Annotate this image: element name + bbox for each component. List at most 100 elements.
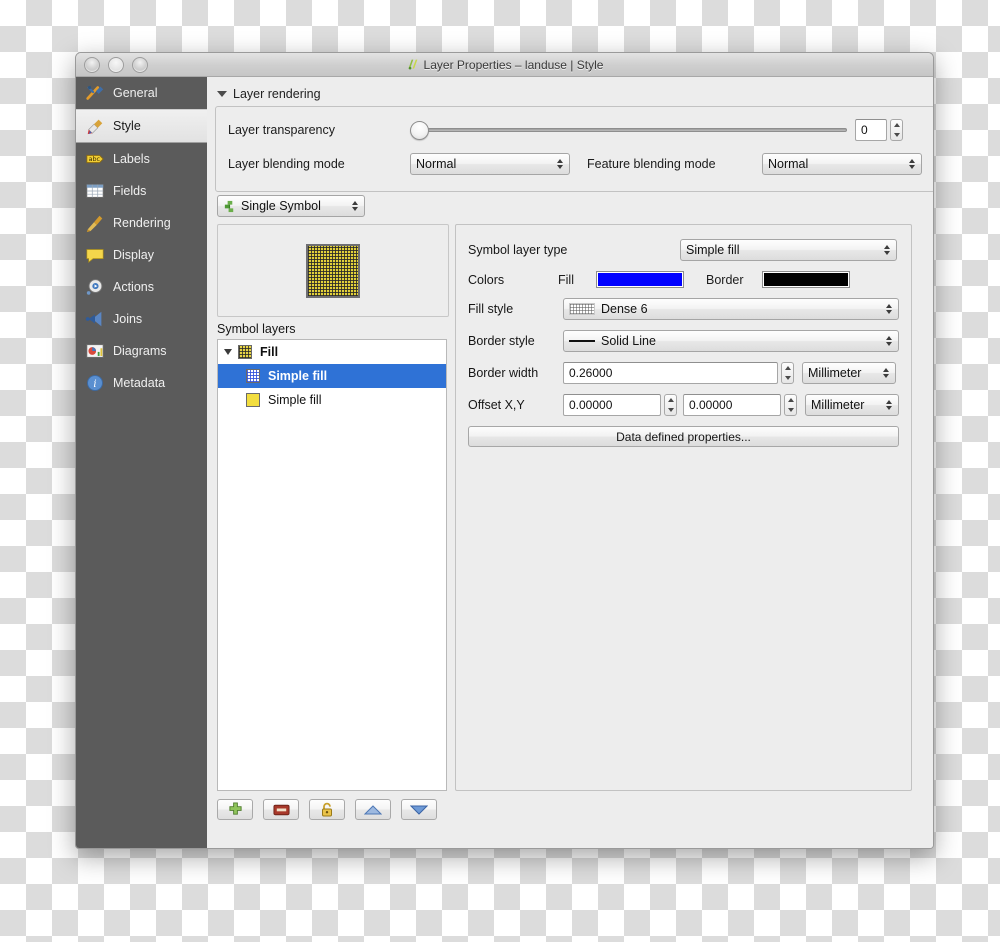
symbol-layer-type-row: Symbol layer type Simple fill	[468, 239, 899, 261]
tools-icon	[85, 83, 105, 103]
offset-x-input[interactable]: 0.00000	[563, 394, 661, 416]
sidebar: General Style abc Labels	[76, 77, 207, 848]
padlock-icon	[320, 802, 334, 818]
window-title-text: Layer Properties – landuse | Style	[424, 58, 604, 72]
broom-icon	[85, 213, 105, 233]
layer-rendering-panel: Layer transparency 0 Layer blending mode…	[215, 106, 934, 192]
tree-node-label: Simple fill	[268, 369, 327, 383]
minimize-button[interactable]	[108, 57, 124, 73]
sidebar-item-diagrams[interactable]: Diagrams	[76, 335, 207, 367]
offset-y-input[interactable]: 0.00000	[683, 394, 781, 416]
chevron-updown-icon	[882, 245, 891, 255]
sidebar-item-rendering[interactable]: Rendering	[76, 207, 207, 239]
sidebar-label-actions: Actions	[113, 280, 154, 294]
move-down-button[interactable]	[401, 799, 437, 820]
sidebar-item-actions[interactable]: Actions	[76, 271, 207, 303]
layer-transparency-value[interactable]: 0	[855, 119, 887, 141]
data-defined-properties-button[interactable]: Data defined properties...	[468, 426, 899, 447]
layer-transparency-stepper[interactable]	[890, 119, 903, 141]
qgis-icon	[406, 58, 419, 71]
symbol-layer-type-label: Symbol layer type	[468, 243, 680, 257]
sidebar-label-display: Display	[113, 248, 154, 262]
sidebar-item-general[interactable]: General	[76, 77, 207, 109]
renderer-type-value: Single Symbol	[241, 199, 350, 213]
chevron-updown-icon	[884, 336, 893, 346]
offset-row: Offset X,Y 0.00000 0.00000 Millimeter	[468, 394, 899, 416]
sidebar-item-joins[interactable]: Joins	[76, 303, 207, 335]
offset-unit-value: Millimeter	[811, 398, 884, 412]
sidebar-label-metadata: Metadata	[113, 376, 165, 390]
zoom-button[interactable]	[132, 57, 148, 73]
stepper-up-icon	[894, 123, 900, 127]
border-width-unit-select[interactable]: Millimeter	[802, 362, 896, 384]
feature-blending-mode-select[interactable]: Normal	[762, 153, 922, 175]
abc-label-icon: abc	[85, 149, 105, 169]
stepper-up-icon	[785, 366, 791, 370]
colors-row: Colors Fill Border	[468, 271, 899, 288]
layer-rendering-group-header[interactable]: Layer rendering	[217, 87, 934, 101]
symbol-layer-type-value: Simple fill	[686, 243, 882, 257]
tree-node-fill[interactable]: Fill	[218, 340, 446, 364]
green-plus-icon	[228, 802, 243, 817]
sidebar-item-style[interactable]: Style	[76, 109, 207, 143]
sidebar-item-metadata[interactable]: i Metadata	[76, 367, 207, 399]
close-button[interactable]	[84, 57, 100, 73]
layer-transparency-label: Layer transparency	[228, 123, 410, 137]
fill-style-value: Dense 6	[601, 302, 884, 316]
offset-unit-select[interactable]: Millimeter	[805, 394, 899, 416]
chevron-down-icon	[217, 91, 227, 97]
tree-node-simple-fill-1[interactable]: Simple fill	[218, 364, 446, 388]
window-controls[interactable]	[84, 57, 148, 73]
symbol-layer-properties-panel: Symbol layer type Simple fill Colors Fil…	[455, 224, 912, 791]
speech-bubble-icon	[85, 245, 105, 265]
remove-symbol-layer-button[interactable]	[263, 799, 299, 820]
symbol-layer-toolbar	[217, 799, 437, 820]
renderer-type-select[interactable]: Single Symbol	[217, 195, 365, 217]
fill-style-label: Fill style	[468, 302, 563, 316]
stepper-up-icon	[788, 398, 794, 402]
border-style-row: Border style Solid Line	[468, 330, 899, 352]
add-symbol-layer-button[interactable]	[217, 799, 253, 820]
layer-blending-mode-select[interactable]: Normal	[410, 153, 570, 175]
chevron-down-icon[interactable]	[224, 349, 232, 355]
symbol-layers-tree[interactable]: Fill Simple fill Simple fill	[217, 339, 447, 791]
symbol-layers-label: Symbol layers	[217, 322, 296, 336]
tree-node-simple-fill-2[interactable]: Simple fill	[218, 388, 446, 412]
border-style-select[interactable]: Solid Line	[563, 330, 899, 352]
slider-track	[418, 128, 847, 132]
border-style-label: Border style	[468, 334, 563, 348]
dialog-body: General Style abc Labels	[76, 77, 933, 848]
border-width-input[interactable]: 0.26000	[563, 362, 778, 384]
fill-color-button[interactable]	[596, 271, 684, 288]
sidebar-label-diagrams: Diagrams	[113, 344, 167, 358]
layer-transparency-slider[interactable]	[410, 121, 847, 139]
style-panel: Layer rendering Layer transparency 0	[207, 77, 934, 848]
stepper-down-icon	[894, 133, 900, 137]
title-bar[interactable]: Layer Properties – landuse | Style	[76, 53, 933, 77]
gear-play-icon	[85, 277, 105, 297]
solid-line-icon	[569, 336, 595, 346]
sidebar-item-display[interactable]: Display	[76, 239, 207, 271]
border-color-button[interactable]	[762, 271, 850, 288]
symbol-swatch	[238, 345, 252, 359]
symbol-swatch	[246, 369, 260, 383]
symbol-layer-type-select[interactable]: Simple fill	[680, 239, 897, 261]
fill-style-select[interactable]: Dense 6	[563, 298, 899, 320]
svg-text:i: i	[93, 379, 96, 390]
slider-handle[interactable]	[410, 121, 429, 140]
feature-blending-mode-label: Feature blending mode	[587, 157, 762, 171]
chevron-updown-icon	[881, 368, 890, 378]
lock-symbol-layer-button[interactable]	[309, 799, 345, 820]
move-up-button[interactable]	[355, 799, 391, 820]
offset-y-stepper[interactable]	[784, 394, 797, 416]
symbol-preview-box	[217, 224, 449, 317]
tree-node-label: Fill	[260, 345, 278, 359]
offset-x-stepper[interactable]	[664, 394, 677, 416]
layer-rendering-title: Layer rendering	[233, 87, 321, 101]
layer-blending-mode-label: Layer blending mode	[228, 157, 410, 171]
sidebar-item-fields[interactable]: Fields	[76, 175, 207, 207]
sidebar-item-labels[interactable]: abc Labels	[76, 143, 207, 175]
svg-text:abc: abc	[89, 156, 101, 163]
border-width-stepper[interactable]	[781, 362, 794, 384]
red-minus-icon	[273, 804, 290, 816]
